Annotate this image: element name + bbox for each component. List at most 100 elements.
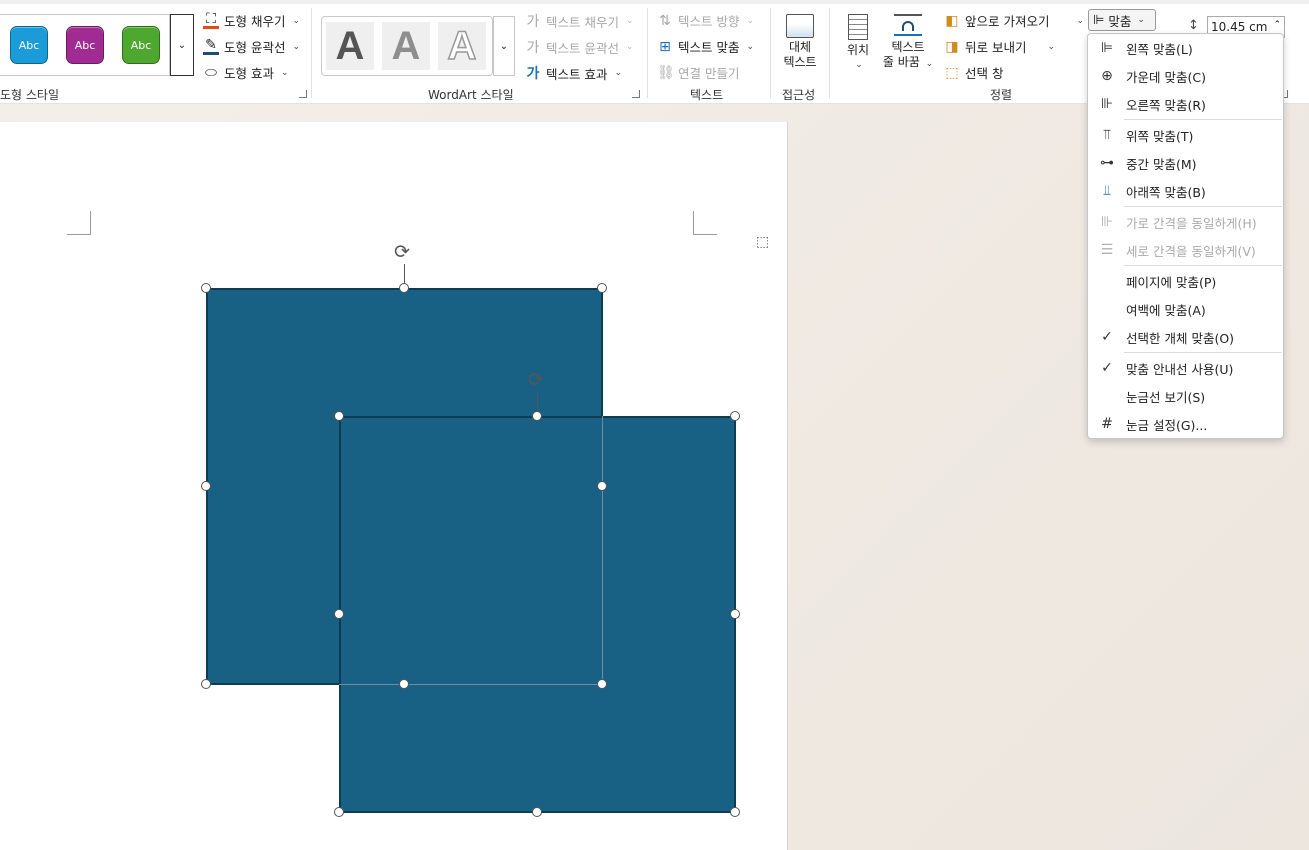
wordart-style-3[interactable]: A: [438, 22, 486, 70]
shape-outline-button[interactable]: ✎ 도형 윤곽선 ⌄: [203, 37, 300, 56]
align-button[interactable]: ⊫ 맞춤 ⌄: [1088, 9, 1156, 31]
resize-handle[interactable]: [597, 481, 607, 491]
menu-item-use-alignment-guides[interactable]: ✓ 맞춤 안내선 사용(U): [1088, 355, 1283, 381]
menu-item-align-middle[interactable]: ⊶ 중간 맞춤(M): [1088, 150, 1283, 176]
wordart-group-label: WordArt 스타일: [428, 88, 514, 102]
position-button[interactable]: 위치 ⌄: [840, 14, 876, 73]
wrap-text-button[interactable]: 텍스트 줄 바꿈 ⌄: [880, 14, 936, 72]
text-effects-button[interactable]: 가 텍스트 효과 ⌄: [525, 63, 622, 83]
menu-item-align-top[interactable]: ⫪ 위쪽 맞춤(T): [1088, 122, 1283, 148]
alt-text-label-2: 텍스트: [783, 55, 817, 69]
alt-text-button[interactable]: 대체 텍스트: [780, 14, 820, 70]
create-link-label: 연결 만들기: [678, 66, 740, 81]
wordart-dialog-launcher[interactable]: [632, 90, 640, 98]
text-outline-button[interactable]: 가 텍스트 윤곽선 ⌄: [525, 37, 634, 57]
wordart-style-1[interactable]: A: [326, 22, 374, 70]
menu-item-grid-settings[interactable]: # 눈금 설정(G)...: [1088, 411, 1283, 437]
wrap-text-label-2: 줄 바꿈: [882, 55, 920, 69]
resize-handle[interactable]: [334, 807, 344, 817]
send-backward-icon: ◨: [945, 38, 959, 55]
send-backward-button[interactable]: ◨ 뒤로 보내기 ⌄: [944, 37, 1055, 56]
resize-handle[interactable]: [532, 807, 542, 817]
menu-item-align-to-page[interactable]: 페이지에 맞춤(P): [1088, 268, 1283, 294]
rotate-handle-front-icon[interactable]: ⟳: [528, 371, 544, 390]
shape-style-more-button[interactable]: ⌄: [170, 14, 194, 76]
resize-handle[interactable]: [730, 411, 740, 421]
rectangle-shape-front[interactable]: [339, 416, 736, 813]
shape-style-swatch-3[interactable]: Abc: [122, 26, 160, 64]
resize-handle[interactable]: [597, 283, 607, 293]
chevron-down-icon: ⌄: [614, 68, 623, 78]
send-backward-label: 뒤로 보내기: [965, 40, 1027, 55]
text-outline-label: 텍스트 윤곽선: [546, 40, 619, 56]
align-top-icon: ⫪: [1103, 127, 1111, 143]
wordart-style-2[interactable]: A: [382, 22, 430, 70]
shape-effects-button[interactable]: ⬭ 도형 효과 ⌄: [203, 63, 289, 82]
menu-item-label: 세로 간격을 동일하게(V): [1126, 243, 1256, 259]
menu-item-align-right[interactable]: ⊪ 오른쪽 맞춤(R): [1088, 91, 1283, 117]
bring-forward-button[interactable]: ◧ 앞으로 가져오기 ⌄: [944, 11, 1084, 30]
position-label: 위치: [846, 43, 870, 57]
align-center-icon: ⊕: [1101, 68, 1113, 84]
chevron-down-icon: ⌄: [746, 15, 755, 26]
text-effect-icon: 가: [526, 66, 540, 82]
chevron-down-icon: ⌄: [280, 67, 289, 78]
pen-outline-icon: ✎: [203, 38, 219, 55]
resize-handle[interactable]: [334, 411, 344, 421]
shape-style-swatch-2[interactable]: Abc: [66, 26, 104, 64]
menu-item-distribute-vertically[interactable]: ☰ 세로 간격을 동일하게(V): [1088, 237, 1283, 263]
menu-item-view-gridlines[interactable]: 눈금선 보기(S): [1088, 383, 1283, 409]
chevron-down-icon: ⌄: [292, 15, 301, 26]
text-fill-button[interactable]: 가 텍스트 채우기 ⌄: [525, 11, 634, 31]
check-icon: ✓: [1101, 360, 1113, 376]
resize-handle[interactable]: [201, 283, 211, 293]
resize-handle[interactable]: [201, 481, 211, 491]
menu-item-label: 가운데 맞춤(C): [1126, 69, 1206, 85]
wordart-more-button[interactable]: ⌄: [493, 16, 515, 76]
menu-item-align-to-margin[interactable]: 여백에 맞춤(A): [1088, 296, 1283, 322]
spin-up-icon[interactable]: ⌃: [1273, 15, 1281, 35]
resize-handle[interactable]: [532, 411, 542, 421]
distribute-vertical-icon: ☰: [1100, 242, 1114, 258]
shape-style-swatch-1[interactable]: Abc: [10, 26, 48, 64]
wordart-letter: A: [391, 23, 421, 68]
resize-handle[interactable]: [334, 609, 344, 619]
distribute-horizontal-icon: ⊪: [1100, 214, 1114, 230]
height-icon: ↕: [1188, 18, 1199, 33]
comment-icon[interactable]: ⬚: [756, 234, 769, 250]
wordart-letter: A: [447, 23, 477, 69]
menu-item-label: 여백에 맞춤(A): [1126, 302, 1206, 318]
shape-styles-dialog-launcher[interactable]: [299, 90, 307, 98]
resize-handle[interactable]: [730, 609, 740, 619]
chevron-down-icon: ⌄: [1137, 15, 1145, 25]
bring-forward-label: 앞으로 가져오기: [965, 14, 1050, 29]
menu-item-label: 중간 맞춤(M): [1126, 156, 1197, 172]
arrange-group-label: 정렬: [990, 88, 1013, 102]
text-direction-icon: ⇅: [659, 12, 671, 29]
swatch-label: Abc: [18, 38, 40, 52]
selection-pane-label: 선택 창: [965, 66, 1004, 81]
shape-fill-button[interactable]: ⛶ 도형 채우기 ⌄: [203, 11, 300, 30]
text-direction-button[interactable]: ⇅ 텍스트 방향 ⌄: [657, 11, 754, 30]
menu-item-align-left[interactable]: ⊫ 왼쪽 맞춤(L): [1088, 35, 1283, 61]
rotate-handle-back-icon[interactable]: ⟳: [394, 243, 410, 262]
chevron-down-icon: ⌄: [1076, 15, 1085, 26]
wrap-text-label-2-row: 줄 바꿈 ⌄: [880, 55, 936, 72]
menu-item-align-center[interactable]: ⊕ 가운데 맞춤(C): [1088, 63, 1283, 89]
menu-separator: [1124, 352, 1282, 353]
resize-handle[interactable]: [399, 679, 409, 689]
selection-pane-button[interactable]: ⬚ 선택 창: [944, 63, 1003, 82]
paint-bucket-icon: ⛶: [203, 12, 219, 29]
menu-item-distribute-horizontally[interactable]: ⊪ 가로 간격을 동일하게(H): [1088, 209, 1283, 235]
menu-item-align-bottom[interactable]: ⫫ 아래쪽 맞춤(B): [1088, 178, 1283, 204]
text-align-button[interactable]: ⊞ 텍스트 맞춤 ⌄: [657, 37, 754, 56]
menu-item-align-selected-objects[interactable]: ✓ 선택한 개체 맞춤(O): [1088, 324, 1283, 350]
resize-handle[interactable]: [201, 679, 211, 689]
chevron-down-icon: ⌄: [625, 16, 634, 26]
text-align-label: 텍스트 맞춤: [678, 40, 740, 55]
create-link-button[interactable]: ⛓ 연결 만들기: [657, 63, 739, 82]
menu-separator: [1124, 119, 1282, 120]
resize-handle[interactable]: [399, 283, 409, 293]
resize-handle[interactable]: [597, 679, 607, 689]
resize-handle[interactable]: [730, 807, 740, 817]
